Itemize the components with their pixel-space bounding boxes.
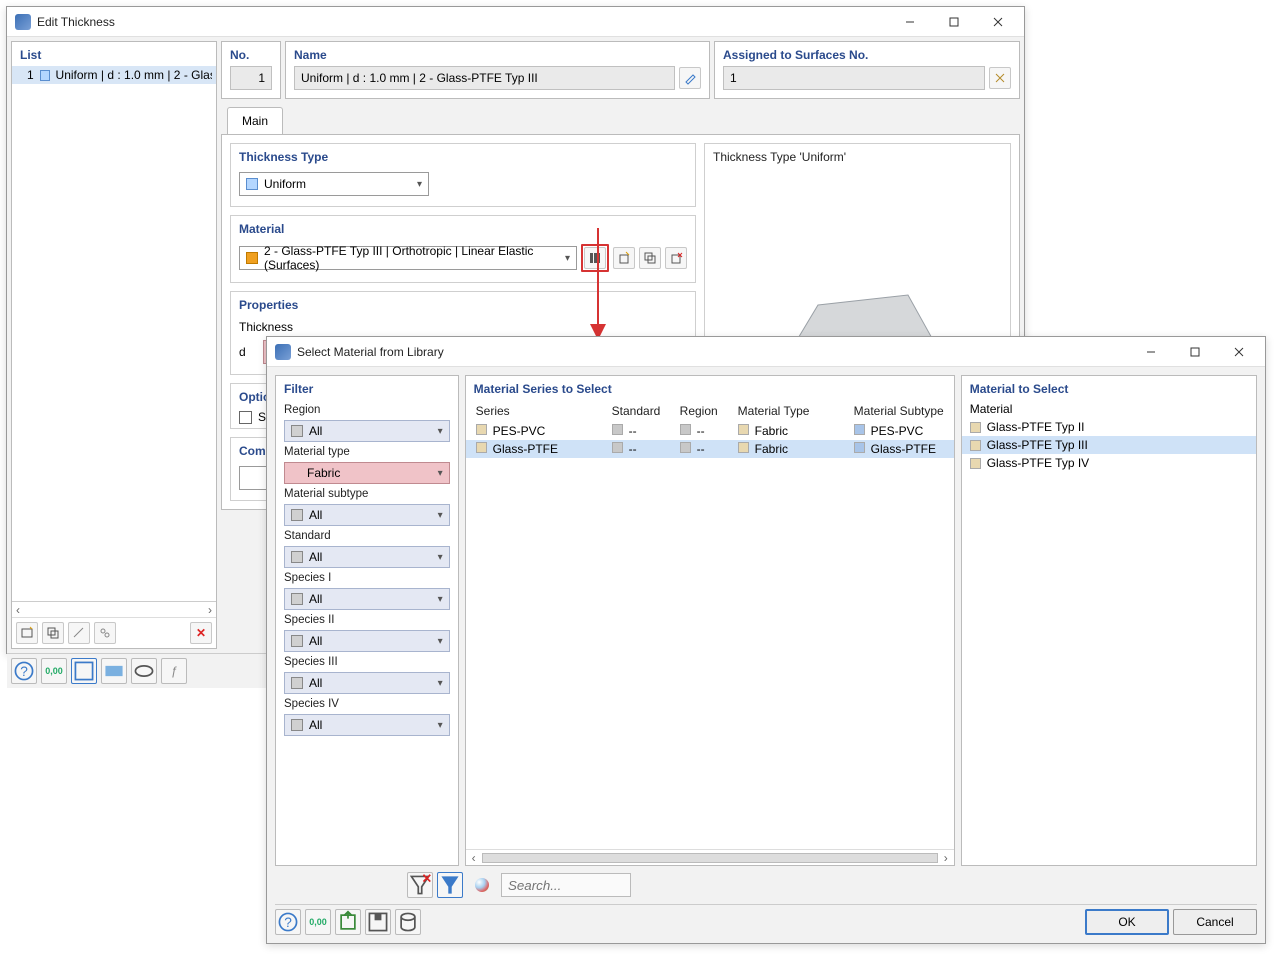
list-heading: List bbox=[12, 42, 216, 66]
chevron-down-icon: ▾ bbox=[436, 636, 445, 647]
material-type-combo[interactable]: Fabric▾ bbox=[284, 462, 450, 484]
copy-item-button[interactable] bbox=[42, 622, 64, 644]
chevron-down-icon: ▾ bbox=[436, 468, 445, 479]
no-card: No. 1 bbox=[221, 41, 281, 99]
swatch-icon bbox=[246, 178, 258, 190]
material-library-window: Select Material from Library Filter Regi… bbox=[266, 336, 1266, 944]
close-button[interactable] bbox=[1217, 338, 1261, 366]
swatch-icon bbox=[291, 425, 303, 437]
swatch-icon bbox=[40, 70, 50, 81]
series-header-row: SeriesStandardRegionMaterial TypeMateria… bbox=[466, 400, 954, 422]
clear-filter-button[interactable] bbox=[407, 872, 433, 898]
app-icon bbox=[15, 14, 31, 30]
species2-combo[interactable]: All▾ bbox=[284, 630, 450, 652]
material-row[interactable]: Glass-PTFE Typ IV bbox=[962, 454, 1256, 472]
species1-combo[interactable]: All▾ bbox=[284, 588, 450, 610]
close-button[interactable] bbox=[976, 8, 1020, 36]
app-icon bbox=[275, 344, 291, 360]
minimize-button[interactable] bbox=[1129, 338, 1173, 366]
thickness-label: Thickness bbox=[239, 320, 687, 334]
chevron-down-icon: ▾ bbox=[436, 720, 445, 731]
material-subtype-combo[interactable]: All▾ bbox=[284, 504, 450, 526]
tab-main[interactable]: Main bbox=[227, 107, 283, 134]
swatch-icon bbox=[291, 593, 303, 605]
edit-title: Edit Thickness bbox=[37, 15, 888, 29]
material-panel: Material to Select Material Glass-PTFE T… bbox=[961, 375, 1257, 866]
ok-button[interactable]: OK bbox=[1085, 909, 1169, 935]
search-input[interactable] bbox=[501, 873, 631, 897]
maximize-button[interactable] bbox=[932, 8, 976, 36]
species4-combo[interactable]: All▾ bbox=[284, 714, 450, 736]
script-button[interactable]: ƒ bbox=[161, 658, 187, 684]
material-col-header: Material bbox=[962, 400, 1256, 418]
name-card: Name Uniform | d : 1.0 mm | 2 - Glass-PT… bbox=[285, 41, 710, 99]
swatch-icon bbox=[291, 509, 303, 521]
chevron-down-icon: ▾ bbox=[436, 426, 445, 437]
material-library-button[interactable] bbox=[584, 247, 606, 269]
color-button[interactable] bbox=[101, 658, 127, 684]
edit-titlebar[interactable]: Edit Thickness bbox=[7, 7, 1024, 37]
link-button[interactable] bbox=[94, 622, 116, 644]
series-row[interactable]: PES-PVC----FabricPES-PVC bbox=[466, 422, 954, 440]
list-item[interactable]: 1 Uniform | d : 1.0 mm | 2 - Glass-F bbox=[12, 66, 216, 84]
units-button[interactable]: 0,00 bbox=[305, 909, 331, 935]
delete-button[interactable]: ✕ bbox=[190, 622, 212, 644]
ruler-button[interactable] bbox=[68, 622, 90, 644]
assign-pick-button[interactable] bbox=[989, 67, 1011, 89]
lib-titlebar[interactable]: Select Material from Library bbox=[267, 337, 1265, 367]
chevron-down-icon: ▾ bbox=[436, 510, 445, 521]
chevron-down-icon: ▾ bbox=[563, 253, 572, 264]
apply-filter-button[interactable] bbox=[437, 872, 463, 898]
chevron-down-icon: ▾ bbox=[436, 678, 445, 689]
d-label: d bbox=[239, 345, 259, 359]
svg-text:?: ? bbox=[284, 915, 292, 930]
globe-icon[interactable] bbox=[469, 872, 495, 898]
swatch-icon bbox=[291, 635, 303, 647]
help-button[interactable]: ? bbox=[275, 909, 301, 935]
series-panel: Material Series to Select SeriesStandard… bbox=[465, 375, 955, 866]
swatch-icon bbox=[291, 677, 303, 689]
material-row[interactable]: Glass-PTFE Typ III bbox=[962, 436, 1256, 454]
import-button[interactable] bbox=[335, 909, 361, 935]
view-button[interactable] bbox=[131, 658, 157, 684]
species3-combo[interactable]: All▾ bbox=[284, 672, 450, 694]
new-item-button[interactable] bbox=[16, 622, 38, 644]
assigned-card: Assigned to Surfaces No. 1 bbox=[714, 41, 1020, 99]
series-scrollbar[interactable]: ‹› bbox=[466, 849, 954, 865]
svg-text:?: ? bbox=[20, 664, 28, 679]
units-button[interactable]: 0,00 bbox=[41, 658, 67, 684]
swatch-icon bbox=[246, 252, 258, 264]
standard-combo[interactable]: All▾ bbox=[284, 546, 450, 568]
list-scrollbar[interactable]: ‹› bbox=[12, 601, 216, 617]
db-button[interactable] bbox=[395, 909, 421, 935]
minimize-button[interactable] bbox=[888, 8, 932, 36]
save-button[interactable] bbox=[365, 909, 391, 935]
no-field[interactable]: 1 bbox=[230, 66, 272, 90]
chevron-down-icon: ▾ bbox=[436, 594, 445, 605]
new-material-button[interactable] bbox=[613, 247, 635, 269]
checkbox-icon bbox=[239, 411, 252, 424]
assigned-field[interactable]: 1 bbox=[723, 66, 985, 90]
library-button-highlight bbox=[581, 244, 609, 272]
chevron-down-icon: ▾ bbox=[415, 179, 424, 190]
swatch-icon bbox=[291, 551, 303, 563]
lib-title: Select Material from Library bbox=[297, 345, 1129, 359]
preview-toggle[interactable] bbox=[71, 658, 97, 684]
delete-material-button[interactable] bbox=[665, 247, 687, 269]
series-row[interactable]: Glass-PTFE----FabricGlass-PTFE bbox=[466, 440, 954, 458]
swatch-icon bbox=[291, 719, 303, 731]
region-combo[interactable]: All▾ bbox=[284, 420, 450, 442]
chevron-down-icon: ▾ bbox=[436, 552, 445, 563]
thickness-type-combo[interactable]: Uniform ▾ bbox=[239, 172, 429, 196]
edit-name-button[interactable] bbox=[679, 67, 701, 89]
filter-panel: Filter Region All▾ Material type Fabric▾… bbox=[275, 375, 459, 866]
maximize-button[interactable] bbox=[1173, 338, 1217, 366]
copy-material-button[interactable] bbox=[639, 247, 661, 269]
list-panel: List 1 Uniform | d : 1.0 mm | 2 - Glass-… bbox=[11, 41, 217, 649]
help-button[interactable]: ? bbox=[11, 658, 37, 684]
name-field[interactable]: Uniform | d : 1.0 mm | 2 - Glass-PTFE Ty… bbox=[294, 66, 675, 90]
material-combo[interactable]: 2 - Glass-PTFE Typ III | Orthotropic | L… bbox=[239, 246, 577, 270]
cancel-button[interactable]: Cancel bbox=[1173, 909, 1257, 935]
material-row[interactable]: Glass-PTFE Typ II bbox=[962, 418, 1256, 436]
